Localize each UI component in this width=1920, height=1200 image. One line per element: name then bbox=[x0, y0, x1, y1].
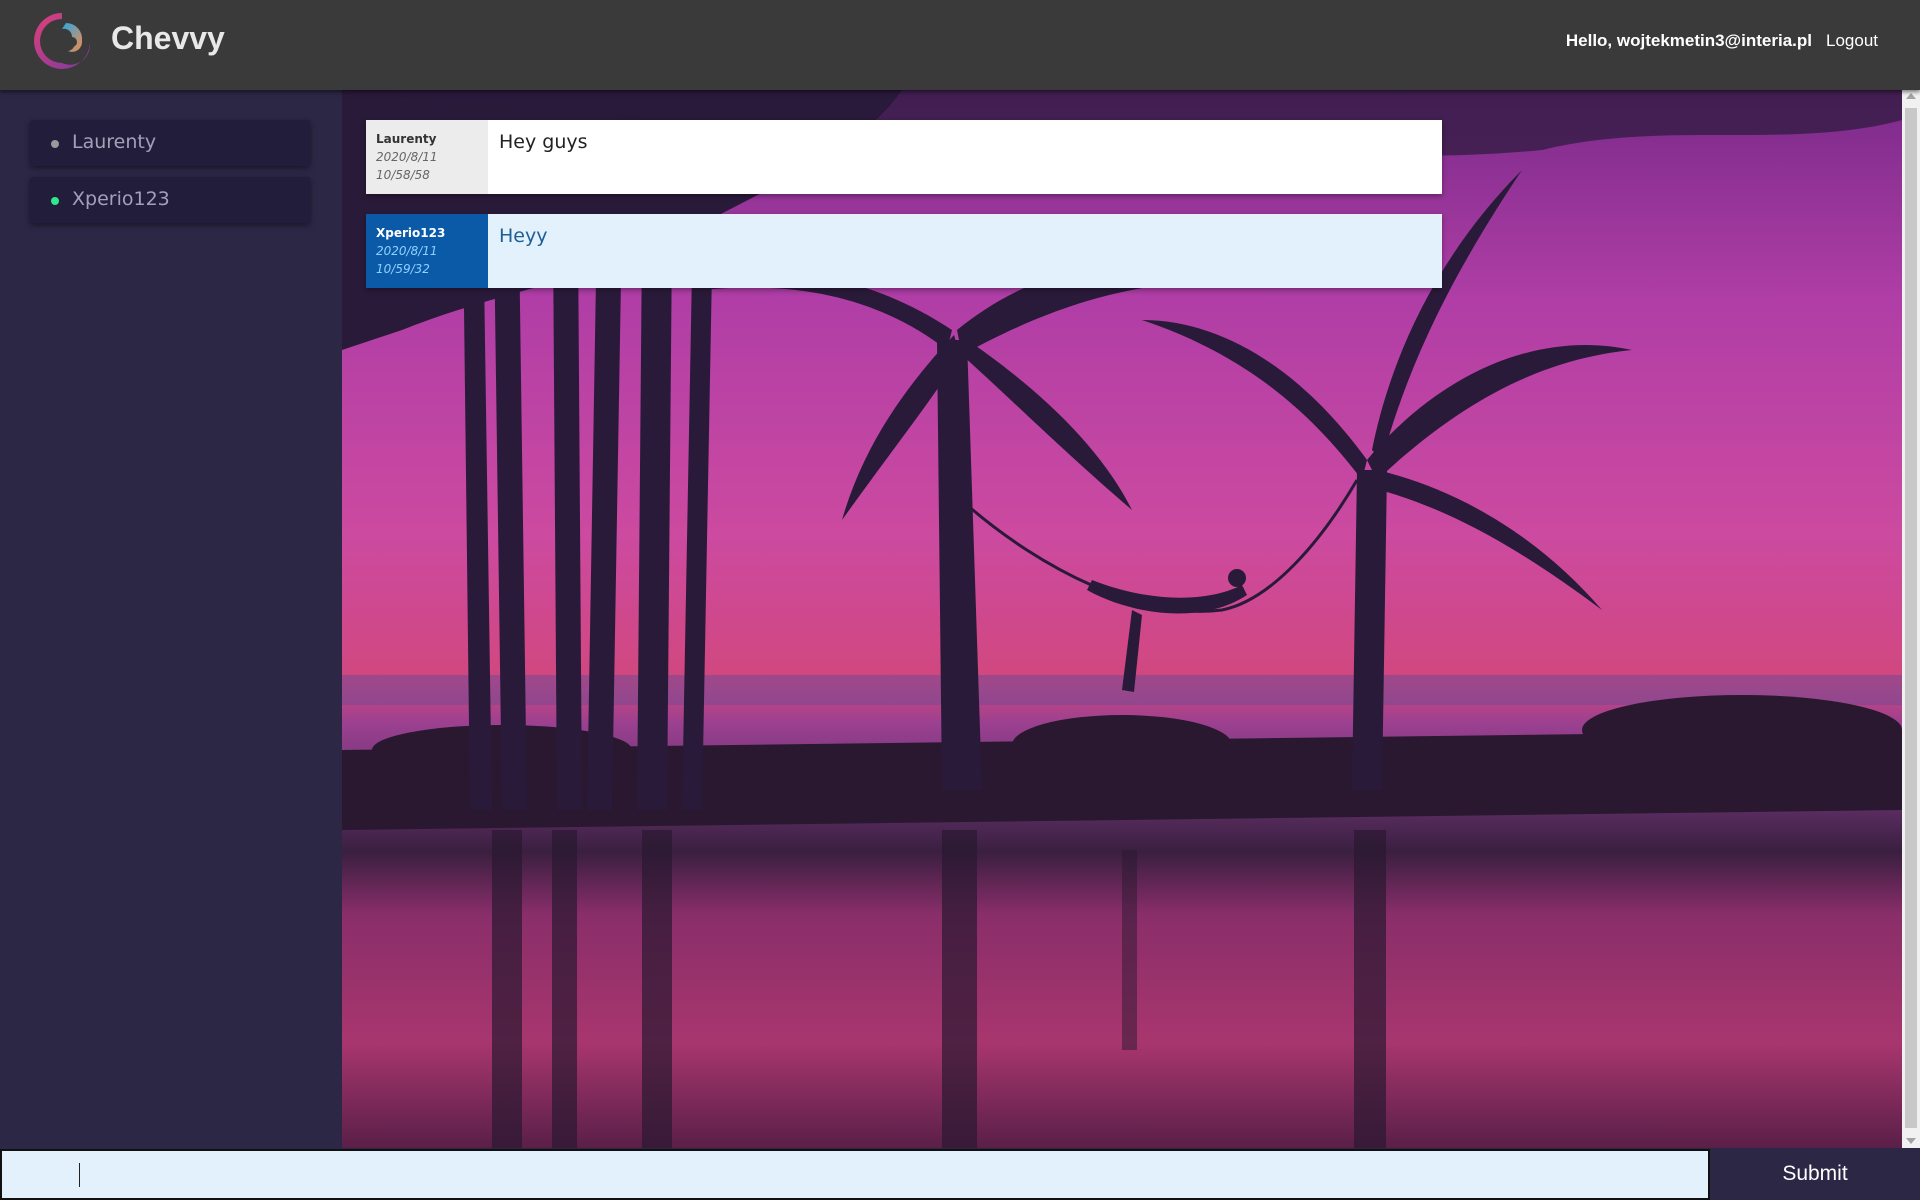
swirl-logo-icon bbox=[34, 13, 91, 69]
user-name: Xperio123 bbox=[72, 188, 170, 210]
message-date: 2020/8/11 bbox=[376, 244, 438, 258]
app-header: Chevvy Hello, wojtekmetin3@interia.pl Lo… bbox=[0, 0, 1920, 90]
message-meta: Xperio123 2020/8/11 10/59/32 bbox=[366, 214, 488, 288]
user-list-item[interactable]: Xperio123 bbox=[30, 177, 310, 223]
logout-link[interactable]: Logout bbox=[1826, 31, 1878, 51]
user-name: Laurenty bbox=[72, 131, 157, 153]
offline-status-icon bbox=[51, 140, 59, 148]
message-author: Laurenty bbox=[376, 132, 437, 146]
message-text: Hey guys bbox=[488, 120, 1442, 194]
chat-message: Laurenty 2020/8/11 10/58/58 Hey guys bbox=[366, 120, 1442, 194]
message-time: 10/58/58 bbox=[376, 168, 430, 182]
message-date: 2020/8/11 bbox=[376, 150, 438, 164]
submit-button[interactable]: Submit bbox=[1710, 1148, 1920, 1200]
message-meta: Laurenty 2020/8/11 10/58/58 bbox=[366, 120, 488, 194]
message-time: 10/59/32 bbox=[376, 262, 430, 276]
user-greeting: Hello, wojtekmetin3@interia.pl bbox=[1565, 31, 1812, 50]
message-text: Heyy bbox=[488, 214, 1442, 288]
message-input[interactable] bbox=[0, 1149, 1710, 1200]
scroll-up-arrow-icon[interactable] bbox=[1906, 93, 1916, 99]
app-title: Chevvy bbox=[111, 20, 225, 56]
online-status-icon bbox=[51, 197, 59, 205]
message-author: Xperio123 bbox=[376, 226, 446, 240]
user-list-item[interactable]: Laurenty bbox=[30, 120, 310, 166]
scrollbar-thumb[interactable] bbox=[1905, 108, 1917, 1128]
text-caret bbox=[79, 1163, 80, 1187]
chat-message-own: Xperio123 2020/8/11 10/59/32 Heyy bbox=[366, 214, 1442, 288]
user-list-sidebar: Laurenty Xperio123 bbox=[0, 90, 342, 1148]
scroll-down-arrow-icon[interactable] bbox=[1906, 1138, 1916, 1144]
